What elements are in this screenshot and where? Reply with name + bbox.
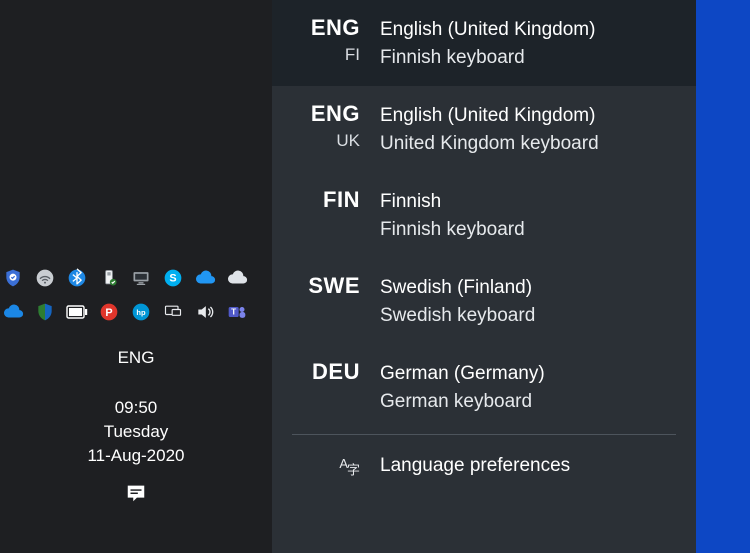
language-code-column: ENGUK <box>292 101 366 153</box>
language-option[interactable]: SWESwedish (Finland)Swedish keyboard <box>272 258 696 344</box>
language-text-column: German (Germany)German keyboard <box>366 359 545 415</box>
language-code: ENG <box>292 101 360 127</box>
keyboard-name: United Kingdom keyboard <box>380 131 599 157</box>
language-name: German (Germany) <box>380 361 545 387</box>
keyboard-subcode: UK <box>292 129 360 153</box>
volume-icon[interactable] <box>194 301 216 323</box>
cloud-blue-icon[interactable] <box>194 267 216 289</box>
language-code-column: ENGFI <box>292 15 366 67</box>
clock-day: Tuesday <box>0 420 272 444</box>
keyboard-name: German keyboard <box>380 389 545 415</box>
language-name: Finnish <box>380 189 525 215</box>
shield-update-icon[interactable] <box>2 267 24 289</box>
system-tray-panel: S P hp <box>0 0 272 553</box>
taskbar-clock[interactable]: 09:50 Tuesday 11-Aug-2020 <box>0 396 272 468</box>
clock-time: 09:50 <box>0 396 272 420</box>
language-list: ENGFIEnglish (United Kingdom)Finnish key… <box>272 0 696 430</box>
svg-text:S: S <box>169 272 176 284</box>
svg-text:字: 字 <box>347 463 360 478</box>
keyboard-subcode: FI <box>292 43 360 67</box>
keyboard-name: Finnish keyboard <box>380 45 595 71</box>
hp-icon[interactable]: hp <box>130 301 152 323</box>
language-preferences-link[interactable]: A字 Language preferences <box>272 435 696 497</box>
language-code: SWE <box>292 273 360 299</box>
onedrive-icon[interactable] <box>2 301 24 323</box>
svg-text:T: T <box>231 307 236 317</box>
current-input-language[interactable]: ENG <box>0 348 272 368</box>
tray-row-1: S <box>2 266 262 290</box>
tray-row-2: P hp T <box>2 300 262 324</box>
language-code: ENG <box>292 15 360 41</box>
clock-date: 11-Aug-2020 <box>0 444 272 468</box>
action-center-button[interactable] <box>0 478 272 508</box>
language-prefs-icon: A字 <box>292 453 366 479</box>
input-language-flyout: ENGFIEnglish (United Kingdom)Finnish key… <box>272 0 696 553</box>
language-code: DEU <box>292 359 360 385</box>
display-settings-icon[interactable] <box>162 301 184 323</box>
teams-icon[interactable]: T <box>226 301 248 323</box>
language-name: English (United Kingdom) <box>380 103 599 129</box>
language-text-column: FinnishFinnish keyboard <box>366 187 525 243</box>
language-name: Swedish (Finland) <box>380 275 535 301</box>
skype-icon[interactable]: S <box>162 267 184 289</box>
svg-text:hp: hp <box>136 308 146 317</box>
language-code-column: FIN <box>292 187 366 213</box>
language-option[interactable]: ENGUKEnglish (United Kingdom)United King… <box>272 86 696 172</box>
battery-icon[interactable] <box>66 301 88 323</box>
p-app-icon[interactable]: P <box>98 301 120 323</box>
security-shield-icon[interactable] <box>34 301 56 323</box>
wifi-icon[interactable] <box>34 267 56 289</box>
language-text-column: Swedish (Finland)Swedish keyboard <box>366 273 535 329</box>
monitor-icon[interactable] <box>130 267 152 289</box>
usb-eject-icon[interactable] <box>98 267 120 289</box>
language-option[interactable]: ENGFIEnglish (United Kingdom)Finnish key… <box>272 0 696 86</box>
language-option[interactable]: FINFinnishFinnish keyboard <box>272 172 696 258</box>
language-code-column: SWE <box>292 273 366 299</box>
language-name: English (United Kingdom) <box>380 17 595 43</box>
keyboard-name: Finnish keyboard <box>380 217 525 243</box>
language-text-column: English (United Kingdom)United Kingdom k… <box>366 101 599 157</box>
language-code: FIN <box>292 187 360 213</box>
cloud-grey-icon[interactable] <box>226 267 248 289</box>
svg-text:P: P <box>105 307 112 319</box>
language-preferences-label: Language preferences <box>366 455 570 477</box>
language-text-column: English (United Kingdom)Finnish keyboard <box>366 15 595 71</box>
language-option[interactable]: DEUGerman (Germany)German keyboard <box>272 344 696 430</box>
keyboard-name: Swedish keyboard <box>380 303 535 329</box>
tray-icon-grid: S P hp <box>2 266 262 324</box>
language-code-column: DEU <box>292 359 366 385</box>
bluetooth-icon[interactable] <box>66 267 88 289</box>
